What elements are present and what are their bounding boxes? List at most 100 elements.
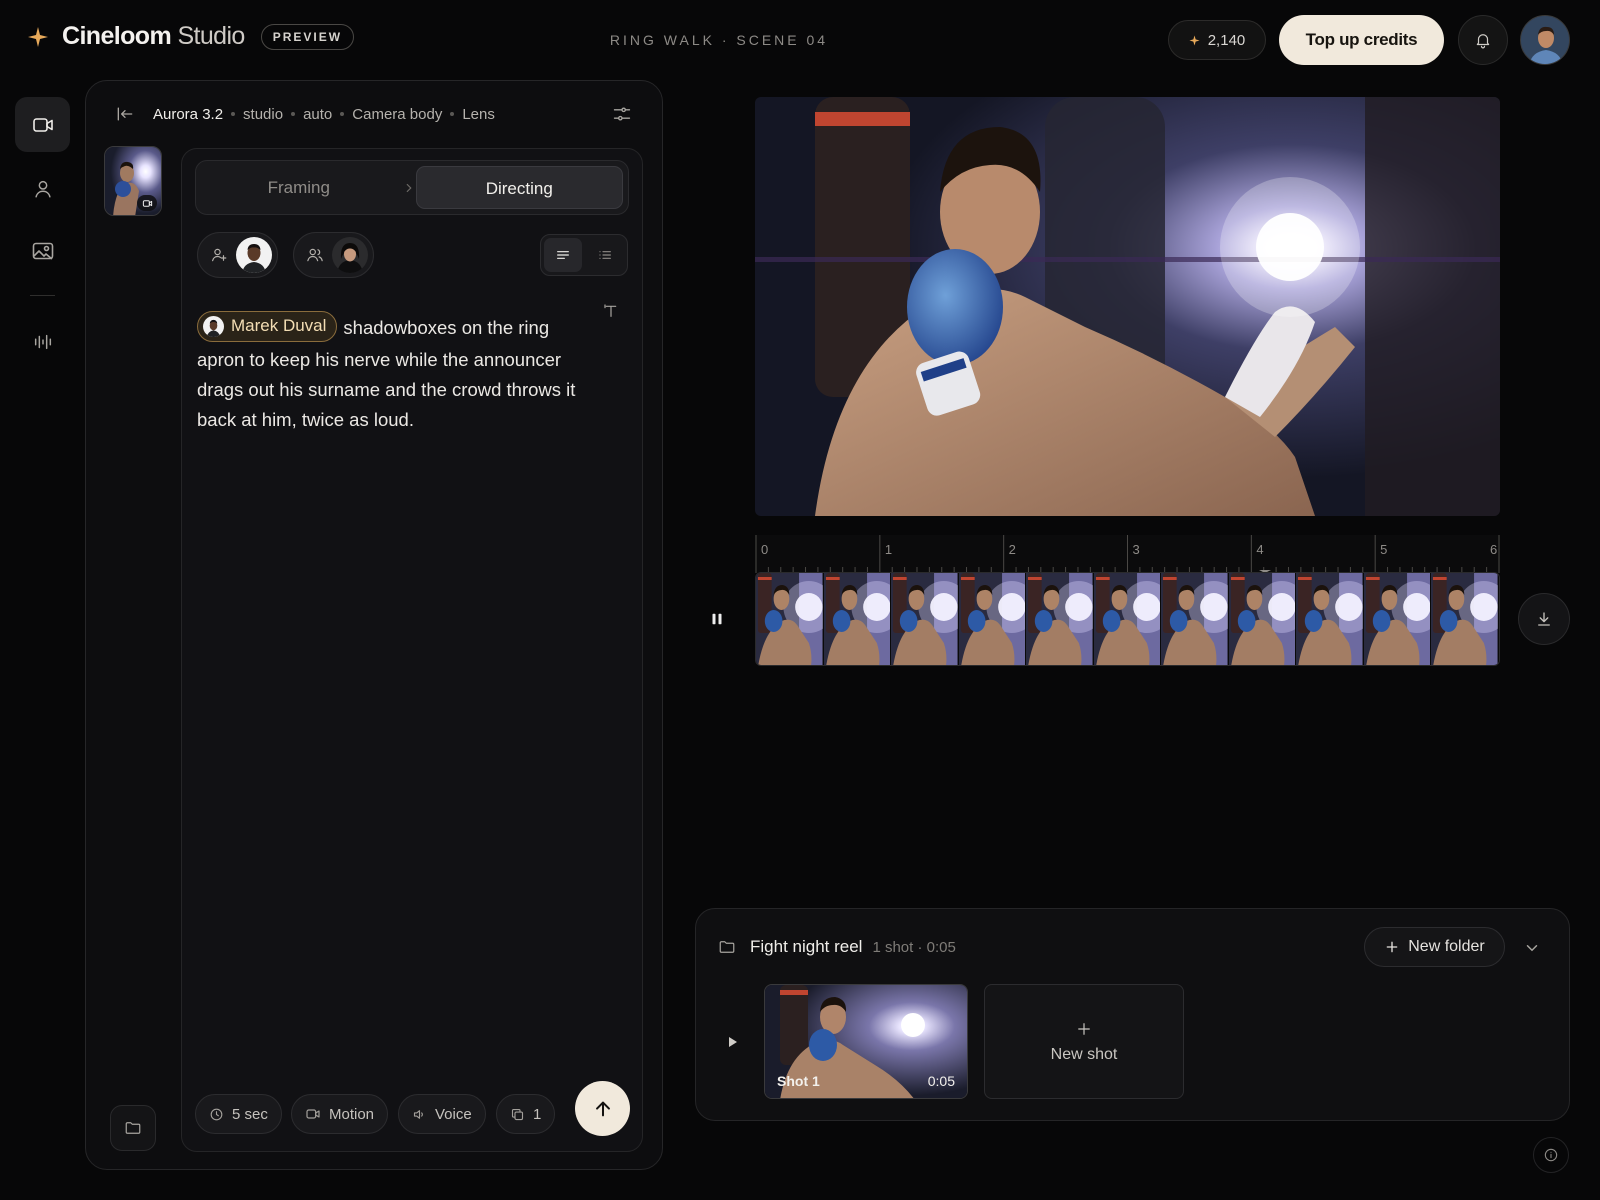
person-icon xyxy=(34,180,51,198)
filmstrip-frame xyxy=(1026,573,1094,665)
timeline-tick-label: 3 xyxy=(1132,542,1140,557)
setting-mode[interactable]: auto xyxy=(303,106,332,123)
credits-count: 2,140 xyxy=(1207,31,1246,49)
prompt-text-area[interactable]: Marek Duval shadowboxes on the ring apro… xyxy=(197,310,592,435)
info-button[interactable] xyxy=(1533,1137,1569,1173)
collapse-panel-icon[interactable] xyxy=(115,104,135,124)
timeline-ruler[interactable] xyxy=(755,535,1500,573)
video-preview[interactable] xyxy=(755,97,1500,516)
folder-icon xyxy=(125,1122,141,1134)
character-mention[interactable]: Marek Duval xyxy=(197,310,338,342)
timeline-tick-label: 1 xyxy=(884,542,893,557)
setting-style[interactable]: studio xyxy=(243,106,283,123)
motion-chip[interactable]: Motion xyxy=(291,1094,389,1134)
video-shot-badge xyxy=(137,195,157,211)
new-shot-button[interactable]: New shot xyxy=(984,984,1184,1099)
timeline-tick-label: 6 xyxy=(1490,542,1498,557)
add-character-button[interactable] xyxy=(197,232,278,278)
download-button[interactable] xyxy=(1518,593,1570,645)
clock-icon xyxy=(210,1108,223,1120)
new-shot-label: New shot xyxy=(1050,1045,1118,1063)
chevron-down-icon[interactable] xyxy=(1523,939,1541,957)
model-settings-breadcrumb[interactable]: Aurora 3.2 studio auto Camera body Lens xyxy=(115,104,495,124)
timeline-tick-label: 2 xyxy=(1008,542,1016,557)
video-camera-icon xyxy=(142,199,152,207)
filmstrip-frame xyxy=(891,573,959,665)
new-folder-button[interactable]: New folder xyxy=(1364,927,1505,967)
character-avatar xyxy=(236,237,272,273)
text-align-icon xyxy=(557,251,569,259)
waveform-icon xyxy=(34,334,51,349)
rail-audio-button[interactable] xyxy=(15,314,70,369)
model-name[interactable]: Aurora 3.2 xyxy=(153,106,223,123)
plus-icon xyxy=(1078,1022,1090,1035)
filmstrip-frame xyxy=(756,573,824,665)
add-group-button[interactable] xyxy=(293,232,374,278)
separator-dot xyxy=(291,112,296,116)
plus-icon xyxy=(1386,941,1398,953)
arrow-up-icon xyxy=(595,1101,610,1116)
image-icon xyxy=(32,242,53,260)
info-icon xyxy=(1544,1148,1558,1162)
play-reel-icon[interactable] xyxy=(727,1035,739,1049)
rail-characters-button[interactable] xyxy=(15,161,70,216)
timeline-tick-label: 4 xyxy=(1256,542,1264,557)
spark-icon xyxy=(1189,34,1200,46)
rail-images-button[interactable] xyxy=(15,223,70,278)
speaker-icon xyxy=(413,1109,423,1119)
separator-dot xyxy=(340,112,345,116)
mode-tabs: Framing Directing xyxy=(195,160,629,215)
setting-lens[interactable]: Lens xyxy=(462,106,495,123)
reel-header: Fight night reel 1 shot · 0:05 xyxy=(718,937,956,957)
shot-label: Shot 1 xyxy=(777,1073,820,1089)
tab-directing[interactable]: Directing xyxy=(415,166,623,209)
voice-label: Voice xyxy=(435,1105,472,1123)
timeline-filmstrip[interactable] xyxy=(755,572,1500,666)
filmstrip-frame xyxy=(1363,573,1432,665)
credits-balance[interactable]: 2,140 xyxy=(1168,20,1266,60)
filmstrip-frame xyxy=(1093,573,1162,665)
filmstrip-frame xyxy=(1228,573,1297,665)
separator-dot xyxy=(450,112,455,116)
setting-camera-body[interactable]: Camera body xyxy=(352,106,442,123)
user-avatar[interactable] xyxy=(1520,15,1570,65)
text-format-icon[interactable] xyxy=(603,303,619,319)
separator-dot xyxy=(231,112,236,116)
reel-meta: 1 shot · 0:05 xyxy=(872,938,956,956)
new-folder-label: New folder xyxy=(1408,938,1485,955)
copies-icon xyxy=(511,1108,524,1120)
shot-card[interactable]: Shot 1 0:05 xyxy=(764,984,968,1099)
shot-duration: 0:05 xyxy=(927,1073,955,1089)
output-count-chip[interactable]: 1 xyxy=(496,1094,556,1134)
sliders-icon[interactable] xyxy=(612,104,632,124)
paragraph-view-button[interactable] xyxy=(544,238,582,272)
character-avatar xyxy=(332,237,368,273)
video-camera-icon xyxy=(32,117,53,132)
filmstrip-frame xyxy=(1431,573,1499,665)
boxer-preview-image xyxy=(755,97,1500,516)
mention-avatar xyxy=(203,315,224,337)
filmstrip-frame xyxy=(1161,573,1229,665)
tab-framing[interactable]: Framing xyxy=(196,166,402,209)
top-up-credits-button[interactable]: Top up credits xyxy=(1279,15,1444,65)
notifications-button[interactable] xyxy=(1458,15,1508,65)
output-count-label: 1 xyxy=(533,1105,542,1123)
chevron-right-icon xyxy=(406,183,412,192)
duration-chip[interactable]: 5 sec xyxy=(195,1094,282,1134)
list-view-button[interactable] xyxy=(586,238,624,272)
avatar-image xyxy=(1521,16,1569,64)
generate-button[interactable] xyxy=(575,1081,630,1136)
rail-video-button[interactable] xyxy=(15,97,70,152)
voice-chip[interactable]: Voice xyxy=(398,1094,486,1134)
reel-title[interactable]: Fight night reel xyxy=(750,937,862,957)
browse-folders-button[interactable] xyxy=(110,1105,156,1151)
prompt-view-toggle xyxy=(540,234,628,276)
filmstrip-frame xyxy=(1296,573,1364,665)
bell-icon xyxy=(1476,34,1490,49)
current-shot-thumbnail[interactable] xyxy=(104,146,162,216)
filmstrip-frame xyxy=(823,573,892,665)
filmstrip-frame xyxy=(958,573,1027,665)
video-camera-icon xyxy=(306,1109,320,1119)
pause-icon[interactable] xyxy=(708,610,726,628)
timeline-tick-label: 0 xyxy=(761,542,769,557)
